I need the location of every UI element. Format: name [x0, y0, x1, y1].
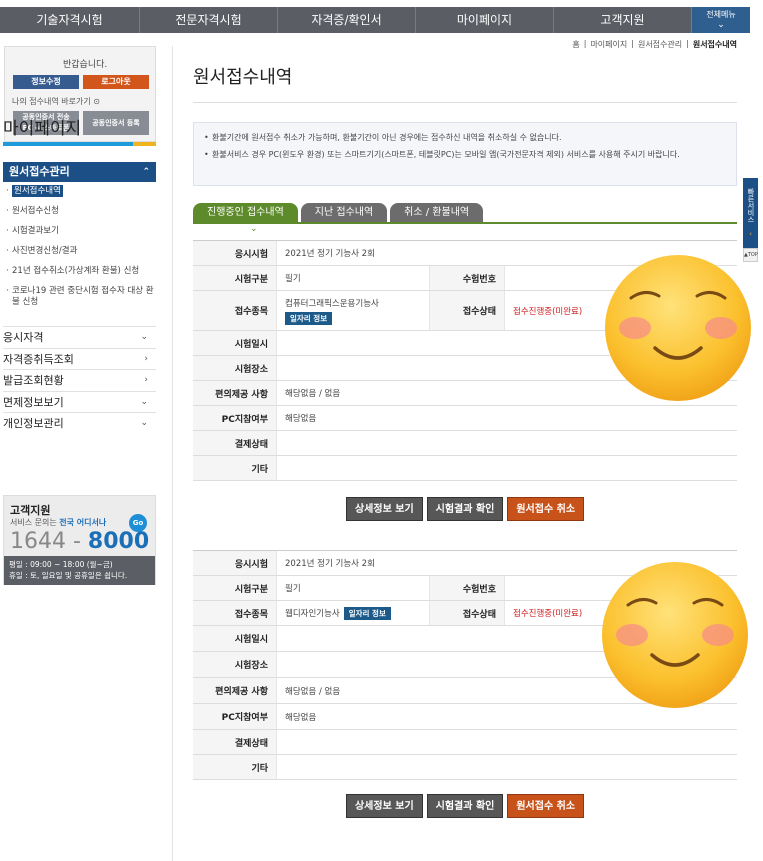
- main-menu: 응시자격 ⌄ 자격증취득조회 › 발급조회현황 › 면제정보보기 ⌄ 개인정보관리 ⌄: [3, 326, 156, 434]
- chevron-up-icon: ⌃: [142, 167, 150, 177]
- shortcut-link[interactable]: 나의 접수내역 바로가기 ⊙: [12, 96, 100, 107]
- support-title: 고객지원: [10, 504, 51, 517]
- chevron-down-icon: ⌄: [250, 224, 258, 234]
- exam-type: 필기: [276, 266, 429, 290]
- cancel-application-button[interactable]: 원서접수 취소: [507, 794, 585, 818]
- mypage-title: 마이페이지: [3, 119, 82, 139]
- result-button[interactable]: 시험결과 확인: [426, 794, 504, 818]
- menu-exemption[interactable]: 면제정보보기 ⌄: [3, 390, 156, 413]
- chevron-right-icon: ›: [144, 375, 148, 385]
- exam-type: 필기: [276, 576, 429, 600]
- arrow-circle-icon: ⊙: [93, 97, 100, 106]
- submenu-covid-refund[interactable]: 코로나19 관련 중단시험 접수자 대상 환불 신청: [6, 286, 156, 308]
- detail-button[interactable]: 상세정보 보기: [345, 497, 423, 521]
- nav-mypage[interactable]: 마이페이지: [416, 7, 554, 33]
- submenu-application-history[interactable]: 원서접수내역: [6, 185, 156, 197]
- smiley-emoji-icon: [605, 255, 751, 401]
- breadcrumb-current: 원서접수내역: [692, 40, 737, 49]
- page-title: 원서접수내역: [193, 67, 293, 88]
- top-nav: 기술자격시험 전문자격시험 자격증/확인서 마이페이지 고객지원 전체메뉴 ⌄: [0, 7, 750, 33]
- nav-tech-exam[interactable]: 기술자격시험: [0, 7, 140, 33]
- logout-button[interactable]: 로그아웃: [83, 75, 149, 89]
- cancel-application-button[interactable]: 원서접수 취소: [507, 497, 585, 521]
- chevron-left-icon: ‹: [749, 230, 752, 238]
- submenu: 원서접수내역 원서접수신청 시험결과보기 사진변경신청/결과 21년 접수취소(…: [6, 185, 156, 317]
- nav-certificate[interactable]: 자격증/확인서: [278, 7, 416, 33]
- pc-required: 해당없음: [276, 406, 737, 430]
- nav-pro-exam[interactable]: 전문자격시험: [140, 7, 278, 33]
- menu-issue-status[interactable]: 발급조회현황 ›: [3, 369, 156, 391]
- submenu-refund-21[interactable]: 21년 접수취소(가상계좌 환불) 신청: [6, 266, 156, 277]
- breadcrumb-mypage[interactable]: 마이페이지: [590, 39, 627, 50]
- breadcrumb-home[interactable]: 홈: [572, 39, 579, 50]
- breadcrumb-application-mgmt[interactable]: 원서접수관리: [638, 39, 682, 50]
- chevron-right-icon: ›: [144, 353, 148, 364]
- tab-cancel-refund[interactable]: 취소 / 환불내역: [390, 203, 484, 223]
- exam-subject: 컴퓨터그래픽스운용기능사 일자리 정보: [276, 291, 429, 330]
- chevron-down-icon: ⌄: [140, 418, 148, 428]
- support-box: 고객지원 서비스 문의는 전국 어디서나 Go 1644 - 8000 평일 :…: [3, 495, 156, 585]
- menu-cert-lookup[interactable]: 자격증취득조회 ›: [3, 347, 156, 370]
- cert-register-button[interactable]: 공동인증서 등록: [83, 111, 149, 135]
- record-actions: 상세정보 보기 시험결과 확인 원서접수 취소: [193, 794, 737, 818]
- support-desc: 서비스 문의는 전국 어디서나: [10, 518, 107, 527]
- chevron-down-icon: ⌄: [140, 396, 148, 407]
- notice-2: 환불서비스 경우 PC(윈도우 환경) 또는 스마트기기(스마트폰, 테블릿PC…: [204, 148, 726, 161]
- tabs: 진행중인 접수내역 지난 접수내역 취소 / 환불내역: [193, 203, 484, 223]
- support-phone: 1644 - 8000: [10, 529, 150, 554]
- result-button[interactable]: 시험결과 확인: [426, 497, 504, 521]
- tab-rule: [193, 222, 737, 224]
- quick-service-label: 빠른서비스: [747, 188, 755, 223]
- record-actions: 상세정보 보기 시험결과 확인 원서접수 취소: [193, 497, 737, 521]
- tab-in-progress[interactable]: 진행중인 접수내역: [193, 203, 298, 223]
- menu-application-mgmt[interactable]: 원서접수관리 ⌃: [3, 162, 156, 182]
- chevron-down-icon: ⌄: [140, 332, 148, 342]
- quick-service-tab[interactable]: 빠른서비스 ‹: [743, 178, 758, 258]
- menu-personal-info[interactable]: 개인정보관리 ⌄: [3, 412, 156, 434]
- all-menu-label: 전체메뉴: [706, 10, 736, 19]
- submenu-results[interactable]: 시험결과보기: [6, 226, 156, 237]
- detail-button[interactable]: 상세정보 보기: [345, 794, 423, 818]
- edit-info-button[interactable]: 정보수정: [13, 75, 79, 89]
- menu-qualification[interactable]: 응시자격 ⌄: [3, 326, 156, 348]
- divider: [172, 46, 173, 861]
- support-hours: 평일 : 09:00 ~ 18:00 (월~금) 휴일 : 토, 일요일 및 공…: [4, 556, 155, 585]
- exam-subject: 웹디자인기능사 일자리 정보: [276, 601, 429, 625]
- submenu-apply[interactable]: 원서접수신청: [6, 206, 156, 217]
- chevron-down-icon: ⌄: [717, 20, 725, 30]
- submenu-photo-change[interactable]: 사진변경신청/결과: [6, 246, 156, 257]
- breadcrumb: 홈 | 마이페이지 | 원서접수관리 | 원서접수내역: [572, 39, 737, 50]
- title-underline: [3, 142, 156, 146]
- job-info-button[interactable]: 일자리 정보: [343, 606, 391, 620]
- greeting: 반갑습니다.: [63, 60, 108, 70]
- top-button[interactable]: ▲TOP: [743, 248, 758, 262]
- job-info-button[interactable]: 일자리 정보: [285, 311, 333, 325]
- smiley-emoji-icon: [602, 562, 748, 708]
- title-rule: [193, 102, 737, 103]
- notice-box: 환불기간에 원서접수 취소가 가능하며, 환불기간이 아닌 경우에는 접수하신 …: [193, 122, 737, 186]
- nav-support[interactable]: 고객지원: [554, 7, 692, 33]
- tab-past[interactable]: 지난 접수내역: [300, 203, 388, 223]
- all-menu-button[interactable]: 전체메뉴 ⌄: [692, 7, 750, 33]
- notice-1: 환불기간에 원서접수 취소가 가능하며, 환불기간이 아닌 경우에는 접수하신 …: [204, 131, 726, 144]
